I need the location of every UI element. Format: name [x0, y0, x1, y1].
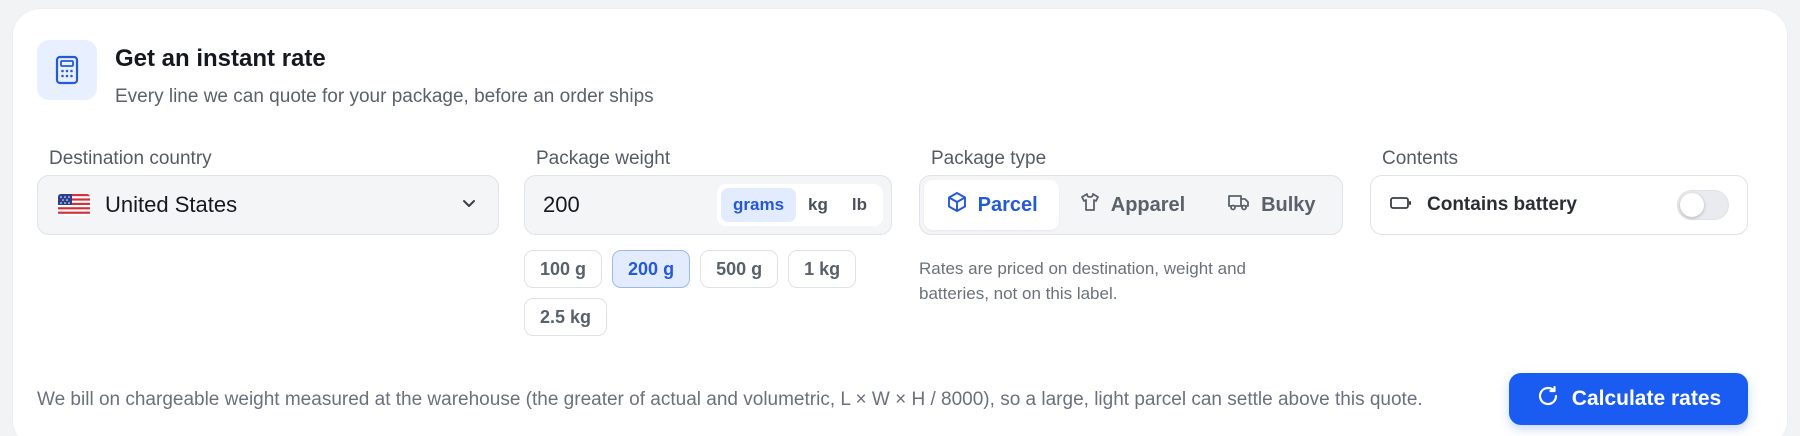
type-apparel[interactable]: Apparel [1061, 180, 1202, 230]
preset-500g[interactable]: 500 g [700, 250, 779, 288]
preset-2-5kg[interactable]: 2.5 kg [524, 298, 608, 336]
toggle-knob [1680, 193, 1704, 217]
truck-icon [1227, 191, 1251, 219]
battery-toggle-label: Contains battery [1427, 194, 1577, 215]
calculate-rates-button[interactable]: Calculate rates [1509, 373, 1748, 425]
preset-1kg[interactable]: 1 kg [788, 250, 857, 288]
package-type-note: Rates are priced on destination, weight … [919, 259, 1246, 303]
type-parcel[interactable]: Parcel [924, 180, 1060, 230]
unit-switcher: grams kg lb [717, 184, 883, 226]
billing-note: We bill on chargeable weight measured at… [37, 389, 1423, 410]
type-apparel-label: Apparel [1110, 193, 1186, 216]
chevron-down-icon [460, 194, 478, 217]
preset-100g[interactable]: 100 g [524, 250, 603, 288]
page-subtitle: Every line we can quote for your package… [115, 86, 654, 107]
weight-field[interactable]: 200 grams kg lb [524, 175, 892, 235]
calculator-icon [37, 40, 97, 100]
us-flag-icon [58, 194, 90, 216]
box-icon [946, 191, 968, 219]
destination-select[interactable]: United States [37, 175, 499, 235]
unit-grams[interactable]: grams [721, 188, 797, 222]
page-title: Get an instant rate [115, 45, 326, 72]
preset-200g[interactable]: 200 g [612, 250, 691, 288]
type-bulky[interactable]: Bulky [1205, 180, 1338, 230]
battery-toggle[interactable] [1677, 190, 1729, 220]
weight-presets: 100 g 200 g 500 g 1 kg 2.5 kg [524, 250, 894, 336]
refresh-icon [1536, 384, 1560, 414]
destination-value: United States [105, 192, 238, 217]
weight-label: Package weight [536, 148, 671, 169]
shirt-icon [1079, 191, 1101, 219]
destination-label: Destination country [49, 148, 212, 169]
battery-icon [1389, 195, 1413, 216]
weight-input[interactable]: 200 [543, 192, 717, 218]
package-type-switcher: Parcel Apparel Bulky [919, 175, 1343, 235]
type-parcel-label: Parcel [977, 193, 1038, 216]
unit-lb[interactable]: lb [840, 188, 879, 222]
package-type-label: Package type [931, 148, 1047, 169]
contents-label: Contents [1382, 148, 1459, 169]
battery-toggle-row[interactable]: Contains battery [1370, 175, 1748, 235]
calculate-rates-label: Calculate rates [1571, 387, 1722, 410]
unit-kg[interactable]: kg [796, 188, 840, 222]
type-bulky-label: Bulky [1261, 193, 1316, 216]
